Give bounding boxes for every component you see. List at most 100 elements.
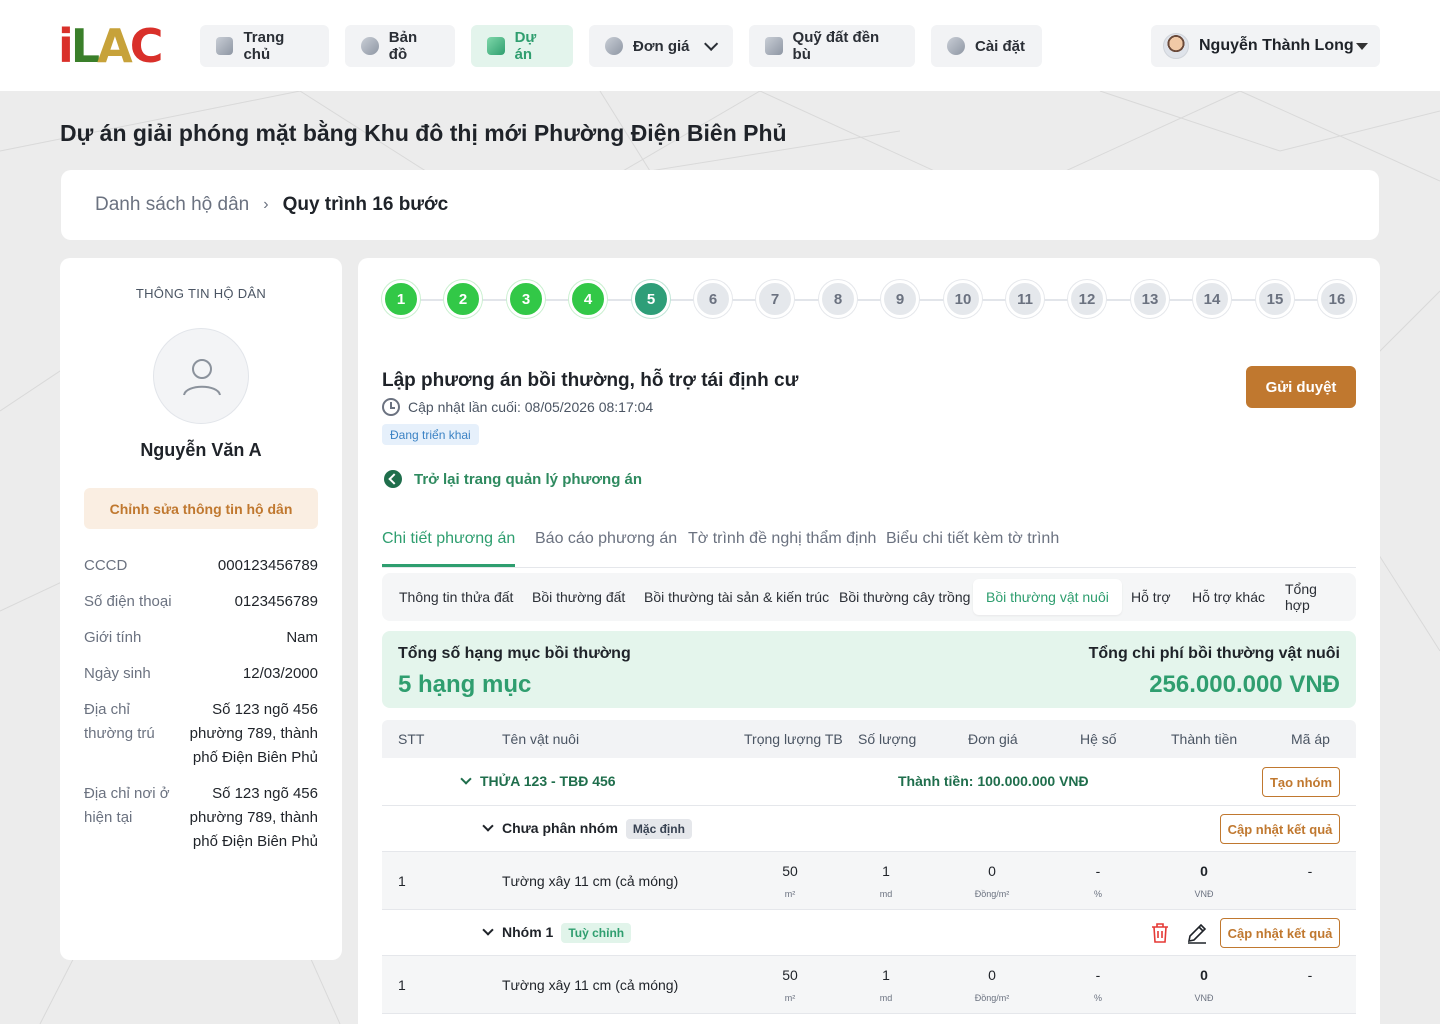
- step-1[interactable]: 1: [382, 280, 420, 318]
- step-13[interactable]: 13: [1131, 280, 1169, 318]
- trash-icon[interactable]: [1150, 922, 1170, 949]
- nav-projects[interactable]: Dự án: [471, 25, 573, 67]
- back-link[interactable]: Trở lại trang quản lý phương án: [384, 470, 642, 488]
- row-coef-unit: %: [1093, 889, 1102, 899]
- group-toggle[interactable]: Chưa phân nhóm Mặc định: [482, 819, 692, 839]
- livestock-table: STT Tên vật nuôi Trọng lượng TB Số lượng…: [382, 720, 1356, 1014]
- update-result-button[interactable]: Cập nhật kết quả: [1220, 918, 1340, 948]
- parcel-toggle[interactable]: THỬA 123 - TBĐ 456: [460, 773, 616, 789]
- row-stt: 1: [398, 873, 406, 889]
- nav-land-fund[interactable]: Quỹ đất đền bù: [749, 25, 915, 67]
- info-value: Nam: [286, 629, 318, 646]
- info-row-permanent-address: Địa chỉ thường trú Số 123 ngõ 456 phường …: [84, 698, 318, 770]
- ilac-logo[interactable]: iLAC: [58, 23, 170, 69]
- user-menu[interactable]: Nguyễn Thành Long: [1151, 25, 1380, 67]
- step-9[interactable]: 9: [881, 280, 919, 318]
- group-toggle[interactable]: Nhóm 1 Tuỳ chỉnh: [482, 923, 632, 943]
- tab-plan-report[interactable]: Báo cáo phương án: [535, 530, 677, 567]
- subtab-livestock-compensation[interactable]: Bồi thường vật nuôi: [973, 579, 1122, 615]
- table-row: 1 Tường xây 11 cm (cả móng) 50 m² 1 md 0…: [382, 852, 1356, 910]
- header-stt: STT: [398, 731, 425, 747]
- group-row-default[interactable]: Chưa phân nhóm Mặc định Cập nhật kết quả: [382, 806, 1356, 852]
- step-2[interactable]: 2: [444, 280, 482, 318]
- caret-down-icon: [1356, 42, 1368, 50]
- subtab-land-info[interactable]: Thông tin thửa đất: [386, 579, 526, 615]
- subtab-support[interactable]: Hỗ trợ: [1118, 579, 1184, 615]
- info-value: Số 123 ngõ 456 phường 789, thành phố Điệ…: [189, 701, 318, 766]
- main-tabs: Chi tiết phương án Báo cáo phương án Tờ …: [382, 526, 1356, 568]
- group-row-custom[interactable]: Nhóm 1 Tuỳ chỉnh Cập nhật kết quả: [382, 910, 1356, 956]
- subtab-asset-compensation[interactable]: Bồi thường tài sản & kiến trúc: [631, 579, 842, 615]
- main-card: 1 2 3 4 5 6 7 8 9 10 11 12 13 14 15 16 Lập phương án bồ…: [358, 258, 1380, 1024]
- nav-map-label: Bản đồ: [388, 29, 418, 63]
- step-6[interactable]: 6: [694, 280, 732, 318]
- step-4[interactable]: 4: [569, 280, 607, 318]
- step-11[interactable]: 11: [1006, 280, 1044, 318]
- row-amount: 0: [1200, 863, 1208, 879]
- clock-icon: [382, 398, 400, 416]
- info-row-cccd: CCCD 000123456789: [84, 554, 318, 578]
- info-key: CCCD: [84, 557, 128, 574]
- household-info-title: THÔNG TIN HỘ DÂN: [135, 286, 267, 301]
- info-row-gender: Giới tính Nam: [84, 626, 318, 650]
- header-weight: Trọng lượng TB: [744, 731, 843, 747]
- edit-household-button[interactable]: Chỉnh sửa thông tin hộ dân: [84, 488, 318, 529]
- subtab-crop-compensation[interactable]: Bồi thường cây trồng: [826, 579, 983, 615]
- step-10[interactable]: 10: [944, 280, 982, 318]
- logo-letter-l: L: [70, 19, 100, 73]
- arrow-left-circle-icon: [384, 470, 402, 488]
- step-15[interactable]: 15: [1256, 280, 1294, 318]
- parcel-row[interactable]: THỬA 123 - TBĐ 456 Thành tiền: 100.000.0…: [382, 758, 1356, 806]
- nav-unit-price-label: Đơn giá: [633, 37, 690, 55]
- tab-submission[interactable]: Tờ trình đề nghị thẩm định: [688, 530, 876, 567]
- step-16[interactable]: 16: [1318, 280, 1356, 318]
- row-coef: -: [1095, 967, 1101, 983]
- top-bar: iLAC Trang chủ Bản đồ Dự án Đơn giá Quỹ …: [0, 0, 1440, 91]
- send-approval-button[interactable]: Gửi duyệt: [1246, 366, 1356, 408]
- subtab-summary[interactable]: Tổng hợp: [1272, 579, 1356, 615]
- info-value: 12/03/2000: [242, 665, 318, 682]
- create-group-button[interactable]: Tạo nhóm: [1262, 767, 1340, 797]
- nav-settings-label: Cài đặt: [975, 37, 1026, 55]
- row-code: -: [1307, 967, 1313, 983]
- subtab-other-support[interactable]: Hỗ trợ khác: [1179, 579, 1278, 615]
- nav-map[interactable]: Bản đồ: [345, 25, 455, 67]
- step-8[interactable]: 8: [819, 280, 857, 318]
- custom-tag: Tuỳ chỉnh: [561, 923, 632, 943]
- step-14[interactable]: 14: [1193, 280, 1231, 318]
- step-5[interactable]: 5: [632, 280, 670, 318]
- chevron-down-icon: [482, 820, 494, 832]
- household-name: Nguyễn Văn A: [140, 440, 262, 460]
- nav-home[interactable]: Trang chủ: [200, 25, 329, 67]
- tab-detail-sheet[interactable]: Biểu chi tiết kèm tờ trình: [886, 530, 1059, 567]
- info-row-dob: Ngày sinh 12/03/2000: [84, 662, 318, 686]
- row-price: 0: [988, 967, 996, 983]
- breadcrumb-household-list[interactable]: Danh sách hộ dân: [95, 194, 249, 216]
- row-price-unit: Đồng/m²: [974, 993, 1010, 1003]
- info-value: 0123456789: [234, 593, 318, 610]
- nav-projects-label: Dự án: [514, 29, 537, 63]
- row-stt: 1: [398, 977, 406, 993]
- step-7[interactable]: 7: [756, 280, 794, 318]
- update-result-button[interactable]: Cập nhật kết quả: [1220, 814, 1340, 844]
- user-name: Nguyễn Thành Long: [1199, 37, 1354, 54]
- header-coef: Hệ số: [1080, 731, 1117, 747]
- breadcrumb: Danh sách hộ dân › Quy trình 16 bước: [61, 170, 1379, 240]
- tab-plan-detail[interactable]: Chi tiết phương án: [382, 530, 516, 567]
- parcel-total: Thành tiền: 100.000.000 VNĐ: [898, 773, 1089, 789]
- info-row-phone: Số điện thoại 0123456789: [84, 590, 318, 614]
- step-12[interactable]: 12: [1068, 280, 1106, 318]
- subtab-land-compensation[interactable]: Bồi thường đất: [519, 579, 638, 615]
- info-key: Số điện thoại: [84, 593, 172, 610]
- step-3[interactable]: 3: [507, 280, 545, 318]
- nav-settings[interactable]: Cài đặt: [931, 25, 1042, 67]
- row-name: Tường xây 11 cm (cả móng): [502, 977, 679, 993]
- chevron-down-icon: [703, 36, 718, 51]
- breadcrumb-current: Quy trình 16 bước: [282, 194, 449, 215]
- edit-icon[interactable]: [1186, 922, 1208, 949]
- group-name: Nhóm 1: [502, 924, 554, 940]
- nav-unit-price[interactable]: Đơn giá: [589, 25, 733, 67]
- row-code: -: [1307, 863, 1313, 879]
- logo-letter-a: A: [97, 19, 133, 73]
- row-qty: 1: [882, 863, 890, 879]
